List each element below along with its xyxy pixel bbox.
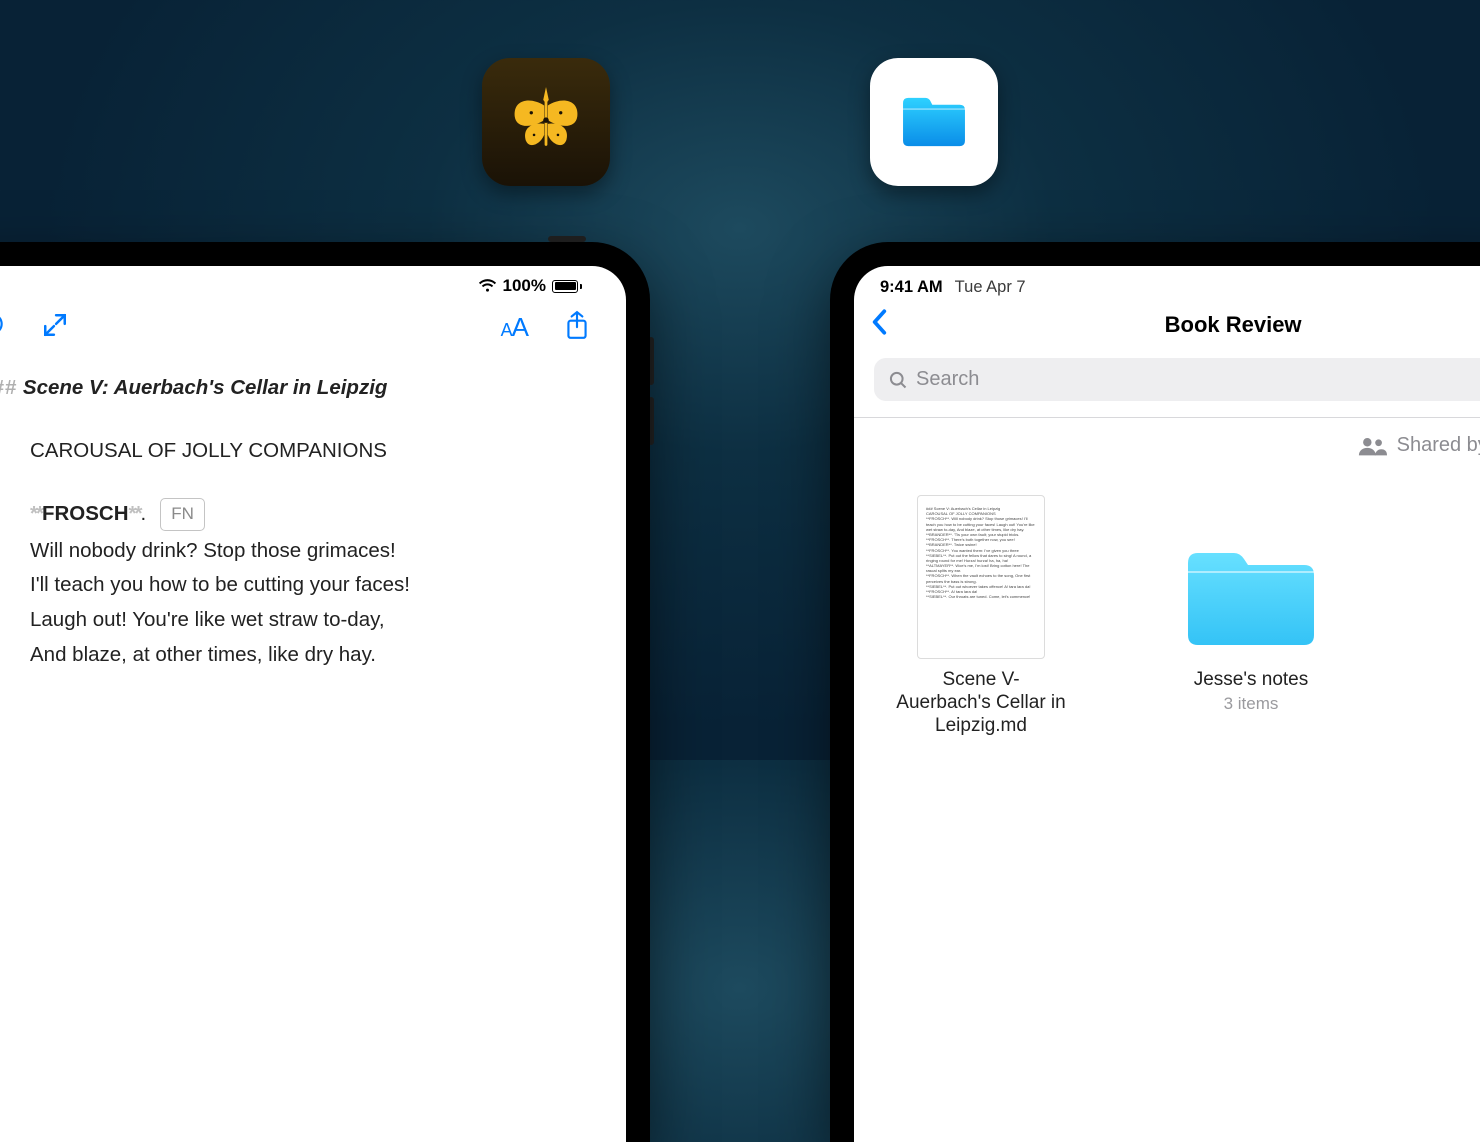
shared-label: Shared by M xyxy=(1397,434,1480,457)
file-name: Scene V- Auerbach's Cellar in Leipzig.md xyxy=(896,669,1066,737)
files-app-icon xyxy=(870,58,998,186)
battery-icon xyxy=(552,280,582,293)
heading-text: Scene V: Auerbach's Cellar in Leipzig xyxy=(23,376,388,399)
verse-line: I'll teach you how to be cutting your fa… xyxy=(0,568,596,603)
search-icon xyxy=(888,370,908,390)
markdown-prefix: ### xyxy=(0,376,17,399)
search-input[interactable]: Search xyxy=(874,358,1480,401)
editor-body[interactable]: ### Scene V: Auerbach's Cellar in Leipzi… xyxy=(0,363,596,673)
editor-toolbar: AA xyxy=(0,300,596,363)
status-bar: 9:41 AM Tue Apr 7 xyxy=(854,266,1480,303)
search-placeholder: Search xyxy=(916,368,979,391)
expand-icon[interactable] xyxy=(42,312,68,343)
files-grid: ### Scene V: Auerbach's Cellar in Leipzi… xyxy=(854,457,1480,737)
verse-line: Laugh out! You're like wet straw to-day, xyxy=(0,603,596,638)
share-icon[interactable] xyxy=(564,310,590,345)
search-icon[interactable] xyxy=(0,312,6,343)
file-item[interactable]: ### Scene V: Auerbach's Cellar in Leipzi… xyxy=(896,495,1066,737)
footnote-chip[interactable]: FN xyxy=(160,498,205,531)
shared-by-row[interactable]: Shared by M xyxy=(854,418,1480,457)
verse-line: And blaze, at other times, like dry hay. xyxy=(0,638,596,673)
butterfly-icon xyxy=(500,76,592,168)
file-name: Jesse's notes xyxy=(1194,669,1309,692)
people-icon xyxy=(1357,436,1387,456)
ipad-left-frame: 100% AA ### xyxy=(0,242,650,1142)
document-thumbnail: ### Scene V: Auerbach's Cellar in Leipzi… xyxy=(917,495,1045,659)
folder-icon xyxy=(891,79,977,165)
status-time: 9:41 AM xyxy=(880,278,943,297)
files-header: Book Review xyxy=(854,303,1480,350)
ulysses-app-icon xyxy=(482,58,610,186)
wifi-icon xyxy=(478,279,497,293)
status-bar: 100% xyxy=(0,266,596,300)
folder-item[interactable]: Jesse's notes 3 items xyxy=(1166,495,1336,737)
file-meta: 3 items xyxy=(1224,694,1279,714)
heading-line: ### Scene V: Auerbach's Cellar in Leipzi… xyxy=(0,371,596,406)
page-title: Book Review xyxy=(1165,312,1302,338)
battery-percent: 100% xyxy=(503,276,546,296)
verse-line: Will nobody drink? Stop those grimaces! xyxy=(0,534,596,569)
status-date: Tue Apr 7 xyxy=(955,278,1026,297)
speaker-line: **FROSCH**. FN xyxy=(0,497,596,532)
ipad-right-frame: 9:41 AM Tue Apr 7 Book Review Search Sha… xyxy=(830,242,1480,1142)
text-size-button[interactable]: AA xyxy=(501,312,528,343)
speaker-name: FROSCH xyxy=(42,502,129,525)
back-button[interactable] xyxy=(870,307,890,342)
folder-thumbnail xyxy=(1182,545,1320,651)
subheading: CAROUSAL OF JOLLY COMPANIONS xyxy=(0,434,596,469)
